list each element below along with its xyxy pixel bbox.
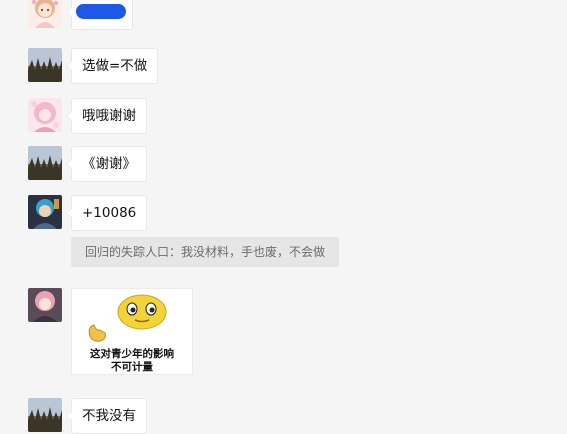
- message-bubble[interactable]: 选做=不做: [65, 48, 159, 84]
- anime-girl-avatar[interactable]: [28, 0, 62, 28]
- message-bubble[interactable]: 不我没有: [66, 398, 147, 434]
- sticker-caption-line2: 不可计量: [111, 361, 153, 373]
- message-bubble[interactable]: +10086: [65, 195, 148, 231]
- landscape-trees-avatar[interactable]: [28, 398, 62, 432]
- message-bubble[interactable]: 《谢谢》: [66, 146, 147, 182]
- landscape-trees-avatar[interactable]: [28, 146, 62, 180]
- pink-haired-anime-avatar[interactable]: [28, 288, 62, 322]
- sticker-caption-line1: 这对青少年的影响: [90, 348, 174, 360]
- quoted-reply[interactable]: 回归的失踪人口：我没材料，手也废，不会做: [71, 237, 340, 267]
- landscape-trees-avatar[interactable]: [28, 48, 62, 82]
- message-bubble[interactable]: 哦哦谢谢: [66, 98, 147, 134]
- message-bubble-redacted[interactable]: [66, 0, 133, 30]
- redaction-mark: [76, 4, 126, 19]
- chat-message-list[interactable]: 选做=不做 哦哦谢谢 《谢谢》 +10086 回归的失踪人口：我没材料，手也废，…: [0, 0, 567, 434]
- sticker-image[interactable]: 这对青少年的影响 不可计量: [71, 288, 193, 375]
- blue-haired-anime-avatar[interactable]: [28, 195, 62, 229]
- pink-anime-avatar[interactable]: [28, 98, 62, 132]
